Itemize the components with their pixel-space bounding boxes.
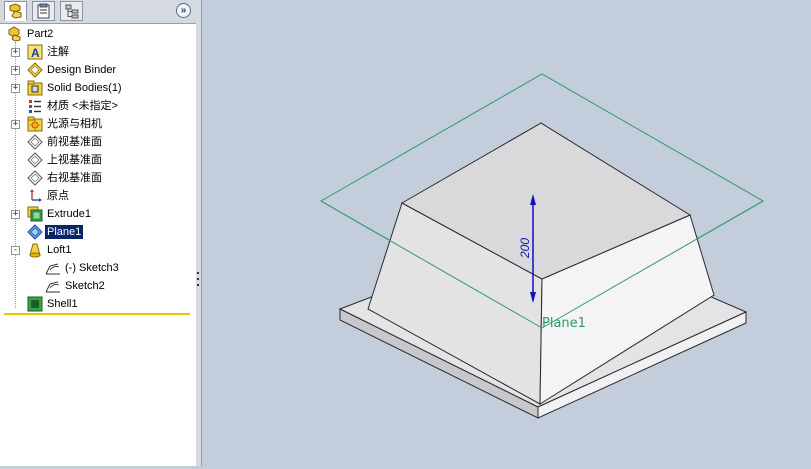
tree-item-label: Shell1 (47, 298, 78, 310)
tree-item-annotations[interactable]: + A 注解 (0, 43, 190, 61)
panel-tab-strip: » (0, 0, 196, 24)
tree-item-solid-bodies[interactable]: + Solid Bodies(1) (0, 79, 190, 97)
plane-selected-icon (27, 224, 43, 240)
expand-toggle[interactable]: + (11, 120, 20, 129)
tree-item-label: 光源与相机 (47, 118, 102, 130)
material-icon (29, 100, 41, 113)
configurationmanager-tab[interactable] (60, 1, 83, 21)
annotations-icon: A (27, 44, 43, 60)
design-binder-icon (27, 62, 43, 78)
propertymanager-tab[interactable] (32, 1, 55, 21)
solid-bodies-icon (27, 80, 43, 96)
lights-cameras-icon (27, 116, 43, 132)
tree-item-top-plane[interactable]: 上视基准面 (0, 151, 190, 169)
tree-root-label: Part2 (27, 28, 54, 40)
plane-icon (27, 152, 43, 168)
tree-item-label: Plane1 (43, 224, 85, 240)
extrude-icon (27, 206, 43, 222)
tree-item-label: 前视基准面 (47, 136, 102, 148)
tree-item-label: Extrude1 (47, 208, 92, 220)
tree-item-lights-cameras[interactable]: + 光源与相机 (0, 115, 190, 133)
tree-item-sketch3[interactable]: (-) Sketch3 (0, 259, 190, 277)
tree-item-sketch2[interactable]: Sketch2 (0, 277, 190, 295)
tree-item-label: (-) Sketch3 (65, 262, 119, 274)
tree-item-label: 右视基准面 (47, 172, 102, 184)
tree-item-origin[interactable]: 原点 (0, 187, 190, 205)
tree-item-material[interactable]: 材质 <未指定> (0, 97, 190, 115)
expand-toggle[interactable]: + (11, 48, 20, 57)
plane-icon (27, 170, 43, 186)
expand-toggle[interactable]: + (11, 84, 20, 93)
expand-toggle[interactable]: + (11, 66, 20, 75)
featuremanager-icon (9, 3, 21, 19)
loft-icon (29, 243, 41, 258)
plane-icon (27, 134, 43, 150)
tree-item-plane1[interactable]: Plane1 (0, 223, 190, 241)
model-view[interactable]: 200 Plane1 (202, 0, 811, 466)
tree-item-label: 原点 (47, 190, 69, 202)
feature-manager-panel: » Part2 + A 注解 + Design Binder + Solid B… (0, 0, 197, 466)
origin-icon (30, 189, 42, 202)
splitter-grip-icon[interactable] (197, 272, 200, 292)
sketch-icon (45, 281, 60, 293)
tree-item-label: 上视基准面 (47, 154, 102, 166)
sketch-icon (45, 263, 60, 275)
collapse-toggle[interactable]: - (11, 246, 20, 255)
shell-icon (27, 296, 43, 312)
expand-panel-button[interactable]: » (176, 3, 191, 18)
tree-item-shell1[interactable]: Shell1 (0, 295, 190, 313)
tree-item-right-plane[interactable]: 右视基准面 (0, 169, 190, 187)
tree-root-part[interactable]: Part2 (0, 25, 190, 43)
graphics-viewport[interactable]: 200 Plane1 (202, 0, 811, 466)
plane1-label[interactable]: Plane1 (542, 316, 586, 331)
part-icon (8, 26, 21, 42)
tree-item-extrude1[interactable]: + Extrude1 (0, 205, 190, 223)
tree-item-label: 材质 <未指定> (47, 100, 118, 112)
dimension-value[interactable]: 200 (518, 238, 532, 259)
rollback-bar[interactable] (4, 313, 190, 315)
expand-toggle[interactable]: + (11, 210, 20, 219)
tree-item-front-plane[interactable]: 前视基准面 (0, 133, 190, 151)
tree-item-label: 注解 (47, 46, 69, 58)
tree-item-label: Loft1 (47, 244, 72, 256)
tree-item-loft1[interactable]: - Loft1 (0, 241, 190, 259)
tree-item-label: Design Binder (47, 64, 117, 76)
featuremanager-tab[interactable] (4, 1, 27, 21)
tree-item-design-binder[interactable]: + Design Binder (0, 61, 190, 79)
tree-item-label: Solid Bodies(1) (47, 82, 122, 94)
propertymanager-icon (37, 3, 49, 19)
tree-item-label: Sketch2 (65, 280, 105, 292)
configurationmanager-icon (65, 4, 78, 19)
svg-text:A: A (31, 46, 40, 60)
